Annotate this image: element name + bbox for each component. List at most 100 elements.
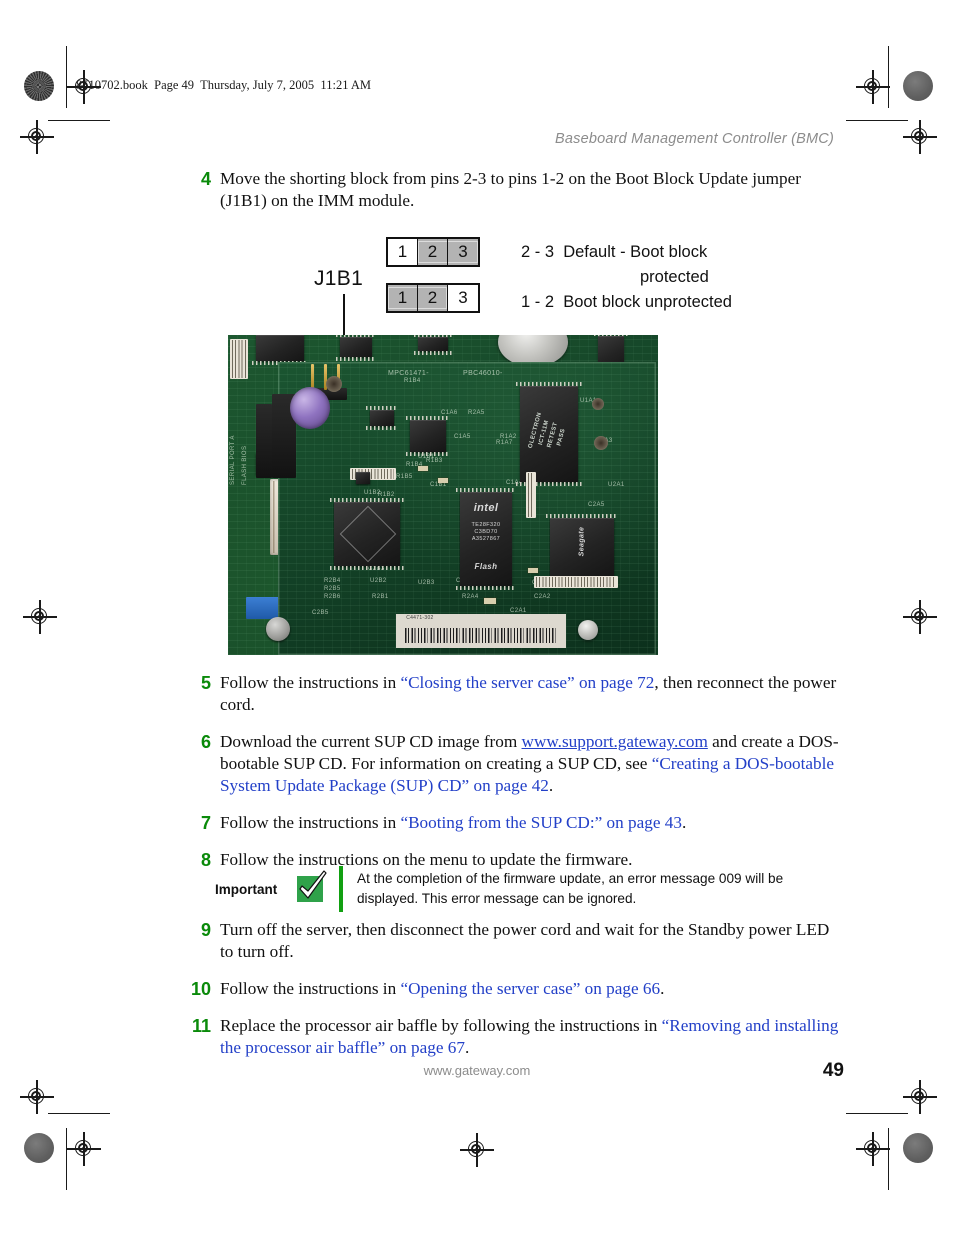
silk-pbc46010: PBC46010- — [463, 370, 503, 377]
silk-u2b3: U2B3 — [418, 580, 435, 586]
jumper-pin-1: 1 — [388, 285, 418, 311]
board-pin-header-left-2 — [256, 404, 272, 478]
jumper-pin-1: 1 — [388, 239, 418, 265]
step-text-segment: . — [464, 1038, 470, 1057]
halftone-patch-bottom-right — [903, 1133, 933, 1163]
step-item-6: 6 Download the current SUP CD image from… — [185, 731, 845, 797]
seagate-text: Seagate — [578, 526, 586, 557]
step-text: Follow the instructions in “Booting from… — [220, 812, 845, 834]
step-number: 6 — [200, 732, 211, 752]
silk-r2b5: R2B5 — [324, 586, 341, 592]
main-board-chip-bottom-left — [266, 617, 290, 641]
book-print-line: 8510702.book Page 49 Thursday, July 7, 2… — [76, 78, 372, 92]
silk-u2a1: U2A1 — [608, 482, 625, 488]
jumper-pin-2: 2 — [418, 285, 448, 311]
imm-resistor-d — [528, 568, 538, 573]
jumper-block-unprotected: 1 2 3 — [386, 283, 480, 313]
imm-mounting-hole-right-2 — [594, 436, 608, 450]
jumper-block-default: 1 2 3 — [386, 237, 480, 267]
jumper-leader-line — [343, 294, 346, 340]
jumper-legend-row-3: 1 - 2 Boot block unprotected — [521, 290, 732, 315]
jumper-pin-3: 3 — [458, 288, 468, 307]
registration-mark-top-right — [903, 120, 937, 154]
electrolytic-capacitor — [290, 387, 330, 429]
step-number: 8 — [200, 850, 211, 870]
step-text-segment: Download the current SUP CD image from — [220, 732, 522, 751]
jumper-pin-3: 3 — [448, 239, 478, 265]
imm-mounting-hole-left — [326, 376, 342, 392]
cross-reference-link[interactable]: “Opening the server case” on page 66 — [400, 979, 660, 998]
board-silk-flash-bios: FLASH BIOS — [242, 445, 248, 485]
silk-mpc61471: MPC61471- — [388, 370, 429, 377]
silk-r2b6: R2B6 — [324, 594, 341, 600]
step-text-segment: Turn off the server, then disconnect the… — [220, 920, 830, 961]
step-text-segment: Follow the instructions in — [220, 979, 401, 998]
callout-text: At the completion of the firmware update… — [357, 871, 784, 906]
step-number: 9 — [200, 920, 211, 940]
step-text-segment: Replace the processor air baffle by foll… — [220, 1016, 662, 1035]
step-item-4: 4 Move the shorting block from pins 2-3 … — [185, 168, 845, 212]
crop-rule-top-right — [888, 46, 890, 108]
intel-logo-text: intel — [473, 502, 499, 514]
jumper-legend-pins: 2 - 3 — [521, 243, 555, 261]
step-item-10: 10 Follow the instructions in “Opening t… — [185, 978, 845, 1000]
step-text: Download the current SUP CD image from w… — [220, 731, 845, 797]
silk-r1a2: R1A2 — [500, 434, 517, 440]
silk-r2b4: R2B4 — [324, 578, 341, 584]
imm-intel-flash-chip: intel TE28F320 C3BD70 A3527867 Flash — [456, 488, 516, 590]
registration-mark-bottom-inner-right — [856, 1132, 890, 1166]
callout-label: Important — [215, 882, 278, 897]
registration-mark-bottom-center — [460, 1133, 494, 1167]
step-item-9: 9 Turn off the server, then disconnect t… — [185, 919, 845, 963]
step-text-segment: . — [660, 979, 665, 998]
registration-mark-bottom-right — [903, 1080, 937, 1114]
silk-c2a5: C2A5 — [588, 502, 605, 508]
step-number: 5 — [200, 673, 211, 693]
crop-rule-bottom-right — [888, 1128, 890, 1190]
silk-c1a5: C1A5 — [454, 434, 471, 440]
imm-barcode-label: C4471-302 — [396, 614, 566, 648]
background-chip-top-right — [414, 335, 452, 355]
crop-rule-left-upper — [48, 120, 110, 122]
step-text-segment: Follow the instructions in — [220, 813, 401, 832]
step-number: 11 — [191, 1016, 211, 1036]
board-silk-serial-port: SERIAL PORT A — [230, 435, 236, 485]
external-url-link[interactable]: www.support.gateway.com — [522, 732, 708, 751]
imm-seagate-chip: Seagate — [546, 514, 618, 580]
jumper-legend-desc: Default - Boot block — [563, 243, 708, 261]
step-text-segment: . — [548, 776, 554, 795]
jumper-legend-pins: 1 - 2 — [521, 293, 555, 311]
crop-rule-top-left — [66, 46, 68, 108]
background-chip-top-mid — [336, 335, 376, 361]
olectron-pass-mark: OLECTRON ICT-11M RETEST PASS — [527, 411, 567, 449]
cross-reference-link[interactable]: “Booting from the SUP CD:” on page 43 — [400, 813, 682, 832]
registration-mark-bottom-inner-left — [67, 1132, 101, 1166]
step-text-segment: Follow the instructions in — [220, 673, 401, 692]
imm-edge-socket-right — [526, 472, 536, 518]
silk-u2b2: U2B2 — [370, 578, 387, 584]
cross-reference-link[interactable]: “Closing the server case” on page 72 — [400, 673, 654, 692]
barcode-bars — [404, 628, 558, 643]
registration-mark-left-middle — [23, 600, 57, 634]
imm-module-card: MPC61471- PBC46010- C1A6 R2A5 R1A7 C1A5 … — [256, 362, 656, 655]
step-number: 7 — [200, 813, 211, 833]
silk-r1b5: R1B5 — [396, 474, 413, 480]
background-chip-top-left — [252, 335, 308, 365]
imm-chip-u1b1 — [406, 416, 450, 456]
registration-mark-bottom-left — [20, 1080, 54, 1114]
running-head: Baseboard Management Controller (BMC) — [555, 131, 834, 147]
silk-r2a4: R2A4 — [462, 594, 479, 600]
jumper-legend: 2 - 3 Default - Boot block protected 1 -… — [521, 240, 732, 315]
flash-part-number: TE28F320 C3BD70 A3527867 — [471, 522, 501, 542]
step-number: 10 — [190, 979, 211, 999]
imm-asic-chip — [330, 498, 404, 570]
imm-edge-socket-bottom — [534, 576, 618, 588]
procedure-step-list: 4 Move the shorting block from pins 2-3 … — [185, 168, 845, 227]
crop-rule-left-lower — [48, 1113, 110, 1115]
important-callout: Important At the completion of the firmw… — [215, 866, 845, 912]
halftone-patch-top-left — [24, 71, 54, 101]
page-number: 49 — [822, 1060, 844, 1081]
registration-mark-top-inner-right — [856, 70, 890, 104]
jumper-pin-2: 2 — [418, 239, 448, 265]
silk-r1a7: R1A7 — [496, 440, 513, 446]
